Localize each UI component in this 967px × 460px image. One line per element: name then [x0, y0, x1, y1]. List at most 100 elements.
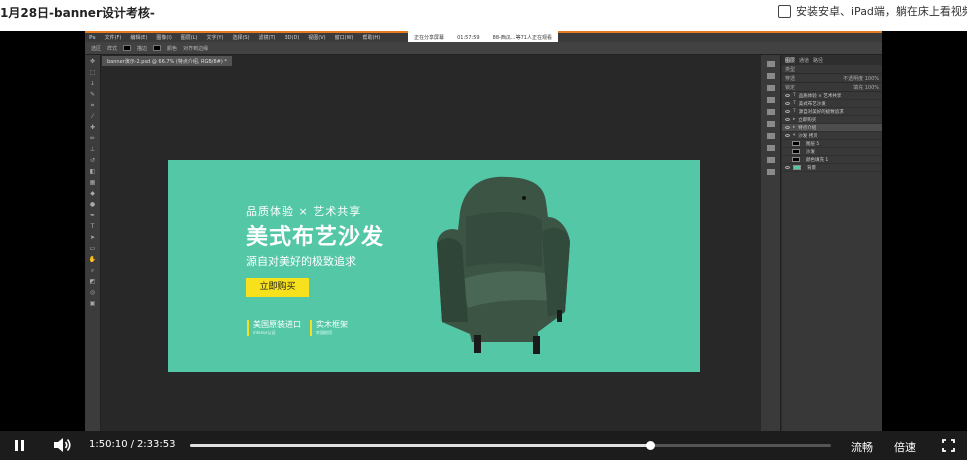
banner-artwork: 品质体验 × 艺术共享 美式布艺沙发 源自对美好的极致追求 立即购买 美国原装进… [168, 160, 700, 372]
fill-label: 填充 [853, 84, 864, 91]
opacity-label: 不透明度 [843, 75, 864, 82]
layer-row: T 美式布艺沙发 [782, 100, 882, 108]
menu-type: 文字(Y) [206, 35, 224, 41]
layer-name: 沙发 拷贝 [798, 133, 818, 139]
eye-icon [785, 110, 790, 113]
quality-button[interactable]: 流畅 [851, 439, 873, 455]
speed-button[interactable]: 倍速 [894, 439, 916, 455]
option-selection: 选区 [91, 45, 102, 52]
app-promo-link[interactable]: 安装安卓、iPad端，躺在床上看视频 [778, 3, 967, 19]
blend-row: 穿透 不透明度 100% [782, 74, 882, 83]
volume-icon[interactable] [53, 437, 71, 453]
layer-row: ▸ 特点介绍 [782, 124, 882, 132]
move-tool-icon: ✥ [89, 58, 96, 65]
option-align-edges: 对齐到边缘 [183, 45, 209, 52]
layer-thumbnail [792, 149, 800, 154]
crop-tool-icon: ⌗ [90, 102, 95, 109]
panel-tabs: 图层 通道 路径 [782, 55, 882, 65]
feature-title: 实木框架 [316, 320, 348, 329]
color-swatches-icon: ◩ [89, 278, 96, 285]
feature-subtitle: 牢固耐用 [316, 330, 332, 335]
layer-name: 立即购买 [798, 117, 817, 123]
progress-bar[interactable] [190, 441, 831, 450]
banner-feature: 美国原装进口 interior认证 [247, 320, 301, 336]
gradient-tool-icon: ▦ [89, 179, 96, 186]
pause-bar-left [15, 440, 18, 451]
layer-row: T 品质体验 × 艺术共享 [782, 92, 882, 100]
marquee-tool-icon: ⬚ [89, 69, 96, 76]
app-promo-text[interactable]: 安装安卓、iPad端，躺在床上看视频 [796, 3, 967, 19]
layers-panel: 图层 通道 路径 类型 穿透 不透明度 100% 锁定 填充 100% T 品质体… [782, 55, 882, 431]
banner-feature: 实木框架 牢固耐用 [310, 320, 348, 336]
feature-subtitle: interior认证 [253, 330, 276, 335]
banner-headline: 品质体验 × 艺术共享 [246, 205, 362, 218]
progress-fill [190, 444, 650, 447]
tab-channels: 通道 [799, 58, 810, 64]
eye-icon [785, 118, 790, 121]
healing-tool-icon: ✚ [89, 124, 96, 131]
option-color: 颜色 [167, 45, 178, 52]
character-panel-icon [766, 133, 775, 139]
video-frame[interactable]: Ps 文件(F) 编辑(E) 图像(I) 图层(L) 文字(Y) 选择(S) 滤… [0, 31, 967, 431]
menu-help: 帮助(H) [362, 35, 381, 41]
share-status: 正在分享屏幕 [414, 35, 445, 41]
menu-3d: 3D(D) [284, 34, 300, 41]
option-stroke: 描边 [137, 45, 148, 52]
styles-panel-icon [766, 97, 775, 103]
layer-kind: ▸ [793, 125, 796, 130]
fullscreen-icon[interactable] [942, 439, 955, 452]
layer-kind: T [793, 109, 796, 114]
menu-window: 窗口(W) [334, 35, 354, 41]
layer-row: ▸ 立即购买 [782, 116, 882, 124]
layer-thumbnail [792, 157, 800, 162]
brush-tool-icon: ✏ [89, 135, 96, 142]
ps-canvas-area: 品质体验 × 艺术共享 美式布艺沙发 源自对美好的极致追求 立即购买 美国原装进… [102, 67, 760, 431]
banner-title: 美式布艺沙发 [246, 225, 385, 250]
layer-filter-row: 类型 [782, 65, 882, 74]
menu-edit: 编辑(E) [130, 35, 148, 41]
dodge-tool-icon: ● [89, 201, 96, 208]
path-select-tool-icon: ➤ [89, 234, 96, 241]
eye-icon [785, 166, 790, 169]
document-tab: banner演示-2.psd @ 66.7% (特点介绍, RGB/8#) * [102, 56, 232, 66]
banner-subtitle: 源自对美好的极致追求 [246, 255, 356, 268]
layer-name: 背景 [807, 165, 816, 171]
history-brush-tool-icon: ↺ [89, 157, 96, 164]
fill-swatch [123, 45, 132, 51]
panel-icon-column [761, 55, 781, 431]
menu-filter: 滤镜(T) [258, 35, 276, 41]
lasso-tool-icon: ↆ [90, 80, 95, 87]
layer-kind: T [793, 101, 796, 106]
hand-tool-icon: ✋ [88, 256, 97, 263]
history-panel-icon [766, 61, 775, 67]
eye-icon [785, 94, 790, 97]
layer-row: ▾ 沙发 拷贝 [782, 132, 882, 140]
checkbox-icon[interactable] [778, 4, 791, 18]
eye-icon [785, 102, 790, 105]
layer-kind: ▾ [793, 133, 796, 138]
stroke-swatch [153, 45, 162, 51]
menu-view: 视图(V) [308, 35, 326, 41]
type-tool-icon: T [90, 223, 95, 230]
tab-paths: 路径 [813, 58, 824, 64]
pause-button[interactable] [12, 438, 28, 454]
layer-row: 图层 5 [782, 140, 882, 148]
ps-toolbar: ✥ ⬚ ↆ ✎ ⌗ ⁄ ✚ ✏ ⊥ ↺ ◧ ▦ ◆ ● ✒ T ➤ ▭ ✋ ⌕ … [85, 55, 101, 431]
layer-row: 颜色填充 1 [782, 156, 882, 164]
ps-options-bar: 选区 样式 描边 颜色 对齐到边缘 [85, 42, 882, 55]
layer-name: 特点介绍 [798, 125, 817, 131]
opacity-control: 不透明度 100% [843, 75, 879, 82]
eyedropper-tool-icon: ⁄ [91, 113, 93, 120]
option-style: 样式 [107, 45, 118, 52]
eye-icon [785, 126, 790, 129]
progress-handle[interactable] [645, 441, 655, 450]
time-separator: / [130, 439, 134, 450]
opacity-value: 100% [864, 75, 879, 82]
layer-row: 背景 [782, 164, 882, 172]
blend-mode: 穿透 [785, 75, 796, 82]
zoom-tool-icon: ⌕ [90, 267, 95, 274]
layer-name: 图层 5 [806, 141, 820, 147]
screen-mode-tool-icon: ▣ [89, 300, 96, 307]
fill-value: 100% [864, 84, 879, 91]
page-title: 1月28日-banner设计考核- [0, 6, 155, 20]
